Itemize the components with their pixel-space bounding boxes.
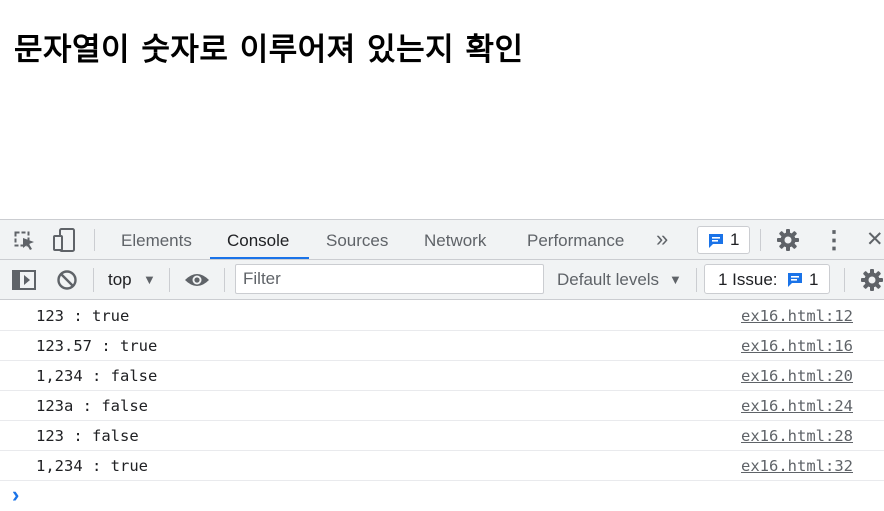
close-devtools-icon[interactable]: ✕	[866, 227, 884, 252]
chevron-down-icon[interactable]: ▼	[143, 272, 156, 287]
customize-menu-icon[interactable]: ⋮	[822, 226, 846, 255]
issues-label: 1 Issue:	[718, 270, 778, 289]
tab-elements[interactable]: Elements	[121, 220, 192, 259]
active-tab-indicator	[210, 257, 309, 259]
tab-console[interactable]: Console	[227, 220, 289, 259]
toolbar-divider	[93, 268, 94, 292]
inspect-element-icon[interactable]	[12, 228, 38, 252]
toolbar-divider	[844, 268, 845, 292]
issues-count: 1	[809, 270, 819, 289]
issues-button[interactable]: 1 Issue: 1	[704, 264, 830, 294]
source-link[interactable]: ex16.html:24	[741, 397, 853, 415]
console-message-row: 123a : false ex16.html:24	[0, 391, 884, 421]
console-message-text: 123 : false	[36, 427, 139, 445]
message-icon	[786, 271, 804, 294]
sidebar-toggle-icon[interactable]	[12, 270, 36, 295]
source-link[interactable]: ex16.html:28	[741, 427, 853, 445]
clear-console-icon[interactable]	[56, 269, 78, 296]
live-expression-eye-icon[interactable]	[184, 271, 210, 294]
context-selector[interactable]: top	[108, 270, 132, 290]
toolbar-divider	[696, 268, 697, 292]
tab-sources[interactable]: Sources	[326, 220, 388, 259]
issues-counter-button[interactable]: 1	[697, 226, 750, 254]
console-message-row: 123.57 : true ex16.html:16	[0, 331, 884, 361]
devtools-tabbar: Elements Console Sources Network Perform…	[0, 219, 884, 260]
tabbar-divider	[760, 229, 761, 251]
console-message-text: 123a : false	[36, 397, 148, 415]
console-message-row: 1,234 : true ex16.html:32	[0, 451, 884, 481]
issues-counter-value: 1	[730, 230, 740, 249]
log-levels-dropdown[interactable]: Default levels	[557, 270, 659, 290]
devtools-panel: Elements Console Sources Network Perform…	[0, 219, 884, 507]
toolbar-divider	[224, 268, 225, 292]
settings-gear-icon[interactable]	[776, 228, 800, 257]
console-message-text: 123 : true	[36, 307, 130, 325]
device-toolbar-icon[interactable]	[52, 227, 78, 253]
console-message-text: 1,234 : true	[36, 457, 148, 475]
page-heading: 문자열이 숫자로 이루어져 있는지 확인	[14, 32, 524, 68]
source-link[interactable]: ex16.html:16	[741, 337, 853, 355]
filter-input[interactable]	[235, 264, 544, 294]
tab-performance[interactable]: Performance	[527, 220, 624, 259]
source-link[interactable]: ex16.html:12	[741, 307, 853, 325]
tabbar-divider	[94, 229, 95, 251]
source-link[interactable]: ex16.html:32	[741, 457, 853, 475]
console-message-row: 123 : false ex16.html:28	[0, 421, 884, 451]
more-tabs-icon[interactable]: »	[656, 220, 668, 259]
console-message-text: 1,234 : false	[36, 367, 158, 385]
console-message-row: 1,234 : false ex16.html:20	[0, 361, 884, 391]
console-prompt[interactable]: ›	[0, 481, 884, 511]
console-toolbar: top ▼ Default levels ▼ 1 Issue: 1	[0, 260, 884, 300]
console-message-text: 123.57 : true	[36, 337, 158, 355]
tab-network[interactable]: Network	[424, 220, 486, 259]
toolbar-divider	[169, 268, 170, 292]
console-message-row: 123 : true ex16.html:12	[0, 301, 884, 331]
message-icon	[707, 232, 725, 255]
chevron-down-icon[interactable]: ▼	[669, 272, 682, 287]
console-output: 123 : true ex16.html:12 123.57 : true ex…	[0, 301, 884, 511]
prompt-chevron-icon: ›	[12, 482, 20, 507]
source-link[interactable]: ex16.html:20	[741, 367, 853, 385]
console-settings-gear-icon[interactable]	[860, 268, 884, 297]
